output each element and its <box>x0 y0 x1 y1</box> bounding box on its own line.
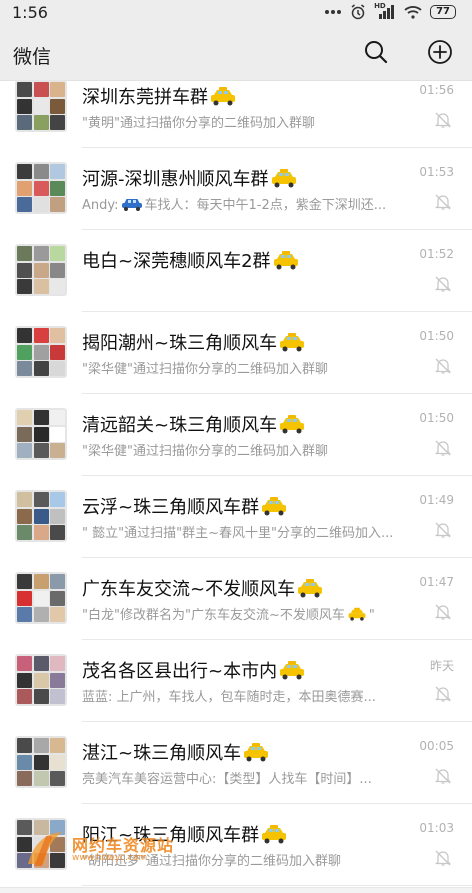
status-icons: HD 77 <box>324 2 456 20</box>
chat-time: 01:03 <box>419 821 454 835</box>
chat-time: 01:47 <box>419 575 454 589</box>
bell-muted-icon <box>434 440 452 456</box>
chat-preview: "梁华健"通过扫描你分享的二维码加入群聊 <box>82 444 328 459</box>
group-avatar <box>15 572 67 624</box>
taxi-emoji <box>273 251 298 270</box>
car-emoji <box>121 199 142 211</box>
taxi-emoji <box>244 743 269 762</box>
chat-time: 01:49 <box>419 493 454 507</box>
chat-item[interactable]: 湛江~珠三角顺风车 亮美汽车美容运营中心:【类型】人找车【时间】... 00:0… <box>0 722 472 804</box>
bottom-edge <box>0 887 472 893</box>
watermark: 网约车资源站 www.hdwyc.com <box>22 826 242 874</box>
chat-preview: " 懿立"通过扫描"群主~春风十里"分享的二维码加入... <box>82 526 394 541</box>
group-avatar <box>15 490 67 542</box>
bell-muted-icon <box>434 768 452 784</box>
group-avatar <box>15 654 67 706</box>
chat-preview: "黄明"通过扫描你分享的二维码加入群聊 <box>82 116 315 131</box>
group-avatar <box>15 326 67 378</box>
chat-name: 湛江~珠三角顺风车 <box>82 739 269 765</box>
chat-preview: 蓝蓝: 上广州，车找人，包车随时走，本田奥德赛... <box>82 690 376 705</box>
chat-time: 01:56 <box>419 83 454 97</box>
taxi-emoji <box>280 333 305 352</box>
bell-muted-icon <box>434 850 452 866</box>
chat-name: 河源-深圳惠州顺风车群 <box>82 165 297 191</box>
chat-item[interactable]: 河源-深圳惠州顺风车群 Andy: 车找人：每天中午1-2点，紫金下深圳还... … <box>0 148 472 230</box>
row-divider <box>82 885 472 886</box>
bell-muted-icon <box>434 686 452 702</box>
taxi-emoji <box>211 87 235 106</box>
chat-item[interactable]: 电白~深莞穗顺风车2群 01:52 <box>0 230 472 312</box>
group-avatar <box>15 244 67 296</box>
bell-muted-icon <box>434 194 452 210</box>
chat-name: 清远韶关~珠三角顺风车 <box>82 411 305 437</box>
chat-item[interactable]: 云浮~珠三角顺风车群 " 懿立"通过扫描"群主~春风十里"分享的二维码加入...… <box>0 476 472 558</box>
page-title: 微信 <box>13 46 52 68</box>
chat-time: 01:52 <box>419 247 454 261</box>
taxi-emoji <box>280 415 305 434</box>
status-time: 1:56 <box>12 3 48 22</box>
taxi-emoji <box>280 661 305 680</box>
chat-name: 广东车友交流~不发顺风车 <box>82 575 323 601</box>
chat-preview: "梁华健"通过扫描你分享的二维码加入群聊 <box>82 362 328 377</box>
bell-muted-icon <box>434 522 452 538</box>
alarm-icon <box>351 4 365 20</box>
taxi-emoji <box>271 169 296 188</box>
taxi-emoji <box>298 579 323 598</box>
taxi-emoji <box>348 607 366 621</box>
chat-preview: 亮美汽车美容运营中心:【类型】人找车【时间】... <box>82 772 372 787</box>
chat-time: 01:50 <box>419 411 454 425</box>
chat-name: 深圳东莞拼车群 <box>82 83 236 109</box>
watermark-url: www.hdwyc.com <box>72 853 148 863</box>
taxi-emoji <box>262 497 287 516</box>
chat-item[interactable]: 清远韶关~珠三角顺风车 "梁华健"通过扫描你分享的二维码加入群聊 01:50 <box>0 394 472 476</box>
group-avatar <box>15 162 67 214</box>
wifi-icon <box>404 6 422 19</box>
chat-name: 电白~深莞穗顺风车2群 <box>82 247 299 273</box>
chat-time: 昨天 <box>429 659 454 673</box>
status-bar: 1:56 HD 77 <box>0 0 472 26</box>
group-avatar <box>15 80 67 132</box>
chat-time: 01:50 <box>419 329 454 343</box>
chat-item[interactable]: 茂名各区县出行~本市内 蓝蓝: 上广州，车找人，包车随时走，本田奥德赛... 昨… <box>0 640 472 722</box>
chat-time: 00:05 <box>419 739 454 753</box>
battery-indicator: 77 <box>430 5 456 19</box>
chat-name: 揭阳潮州~珠三角顺风车 <box>82 329 305 355</box>
signal-icon: HD <box>374 2 396 20</box>
search-icon[interactable] <box>363 39 389 65</box>
plus-circle-icon[interactable] <box>427 39 453 65</box>
chat-name: 茂名各区县出行~本市内 <box>82 657 305 683</box>
chat-item[interactable]: 广东车友交流~不发顺风车 "白龙"修改群名为"广东车友交流~不发顺风车 " 01:… <box>0 558 472 640</box>
taxi-emoji <box>262 825 287 844</box>
watermark-logo <box>28 832 62 866</box>
group-avatar <box>15 408 67 460</box>
bell-muted-icon <box>434 604 452 620</box>
bell-muted-icon <box>434 276 452 292</box>
network-type-label: HD <box>374 2 386 10</box>
chat-name: 云浮~珠三角顺风车群 <box>82 493 287 519</box>
chat-preview: "白龙"修改群名为"广东车友交流~不发顺风车 " <box>82 607 375 623</box>
more-dots-icon <box>325 10 342 14</box>
chat-item[interactable]: 深圳东莞拼车群 "黄明"通过扫描你分享的二维码加入群聊 01:56 <box>0 66 472 148</box>
bell-muted-icon <box>434 358 452 374</box>
bell-muted-icon <box>434 112 452 128</box>
chat-time: 01:53 <box>419 165 454 179</box>
chat-item[interactable]: 揭阳潮州~珠三角顺风车 "梁华健"通过扫描你分享的二维码加入群聊 01:50 <box>0 312 472 394</box>
group-avatar <box>15 736 67 788</box>
chat-preview: Andy: 车找人：每天中午1-2点，紫金下深圳还... <box>82 198 387 213</box>
